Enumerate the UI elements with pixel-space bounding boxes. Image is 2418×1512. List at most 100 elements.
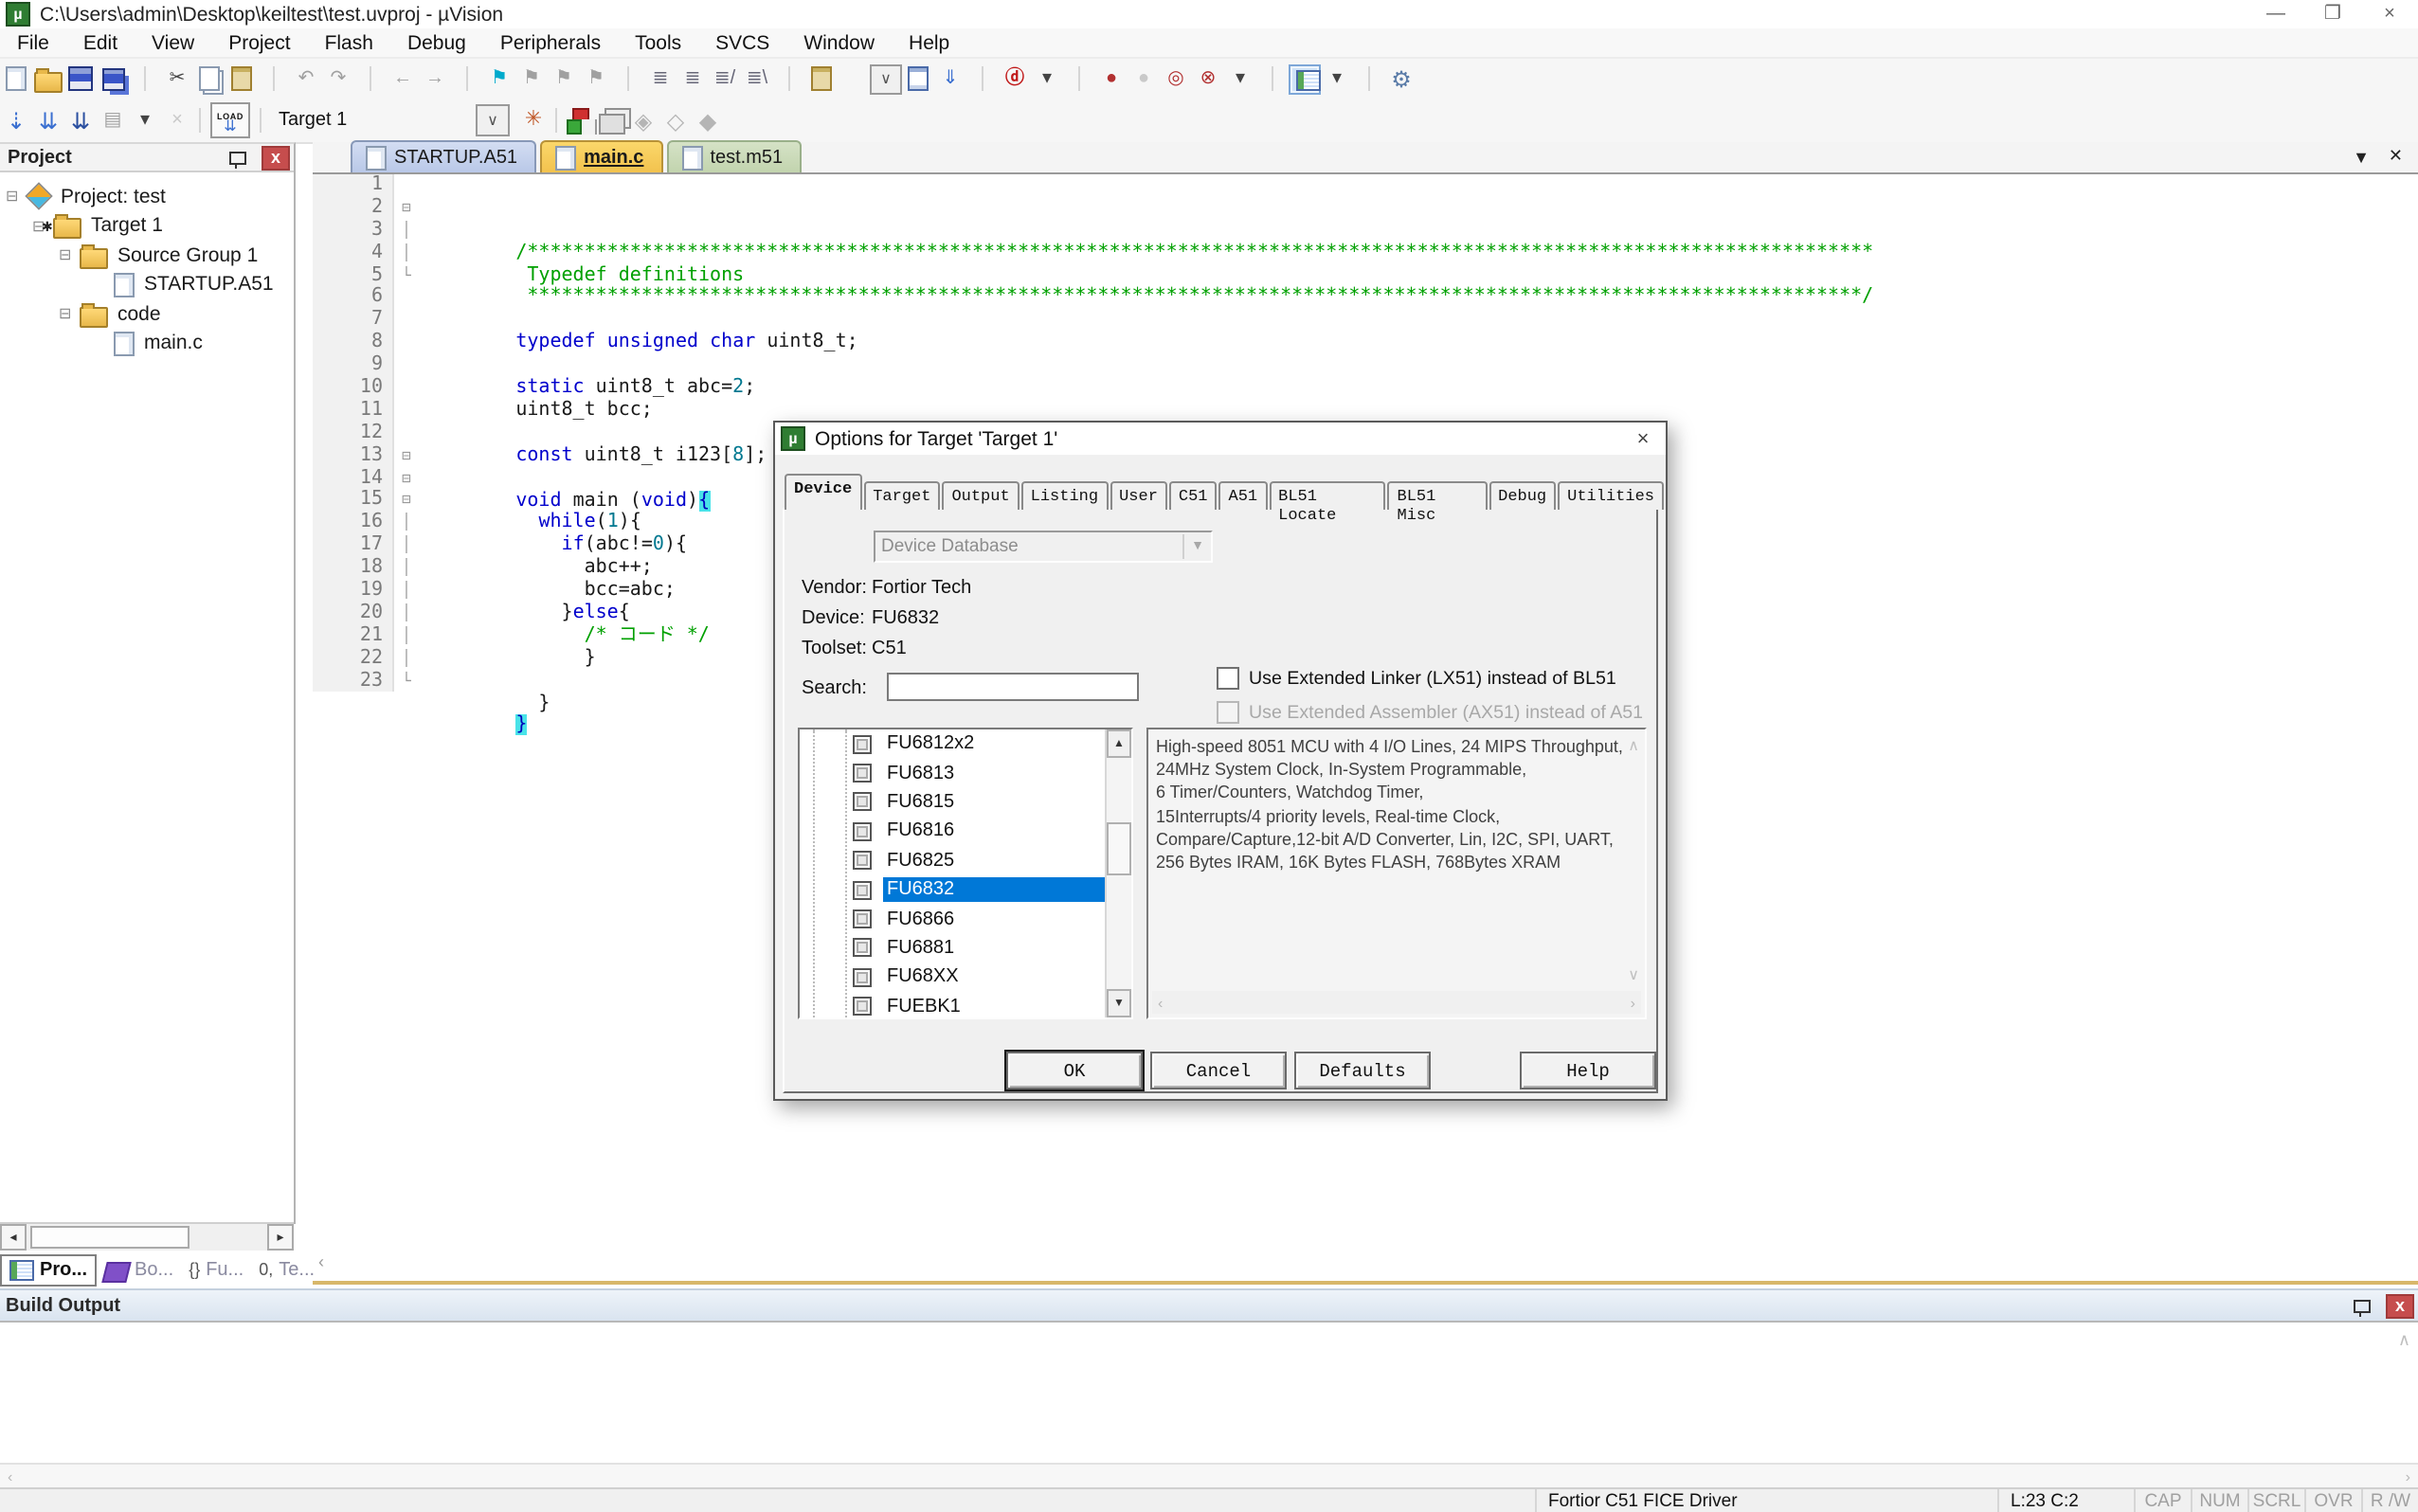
close-tab-icon[interactable]: ✕ (2389, 146, 2403, 167)
description-hscrollbar[interactable]: ‹ › (1152, 991, 1641, 1014)
menu-peripherals[interactable]: Peripherals (483, 31, 618, 54)
menu-file[interactable]: File (0, 31, 66, 54)
clear-bookmarks-icon[interactable]: ⚑ (580, 63, 612, 94)
expander-icon[interactable]: ⊟ (6, 189, 27, 206)
fold-marker[interactable]: │ (394, 625, 419, 648)
panel-tab-templates[interactable]: 0, Te... (251, 1255, 322, 1284)
new-file-icon[interactable] (0, 63, 32, 94)
dialog-tab-bl51-locate[interactable]: BL51 Locate (1269, 481, 1385, 510)
menu-tools[interactable]: Tools (618, 31, 698, 54)
batch-build-icon[interactable]: ▤ (97, 105, 129, 135)
save-all-icon[interactable] (97, 63, 129, 94)
restore-button[interactable]: ❐ (2304, 0, 2361, 28)
tree-item-target-1[interactable]: ⊟ Target 1 (0, 211, 294, 241)
insert-template-icon[interactable] (805, 63, 838, 94)
scroll-left-icon[interactable]: ‹ (1158, 994, 1163, 1011)
tab-main-c[interactable]: main.c (540, 140, 662, 172)
close-panel-icon[interactable]: x (2386, 1294, 2414, 1319)
project-windows-button[interactable] (1289, 63, 1321, 94)
device-row-fu6832[interactable]: FU6832 (800, 875, 1105, 905)
scroll-right-icon[interactable]: › (2406, 1467, 2410, 1485)
device-row-fu6866[interactable]: FU6866 (800, 905, 1105, 934)
panel-tab-project[interactable]: Pro... (0, 1253, 97, 1286)
menu-view[interactable]: View (135, 31, 211, 54)
fold-marker[interactable] (394, 400, 419, 423)
device-row-fu68xx[interactable]: FU68XX (800, 963, 1105, 992)
dialog-tab-output[interactable]: Output (942, 481, 1019, 510)
scroll-up-icon[interactable]: ▲ (1107, 729, 1131, 758)
file-extensions-icon[interactable] (595, 105, 627, 135)
download-icon[interactable]: LOAD ⇊ (210, 102, 250, 138)
close-panel-icon[interactable]: x (262, 145, 290, 170)
search-combo[interactable]: ∨ (870, 63, 902, 94)
device-list[interactable]: FU6812x2 FU6813 FU6815 (798, 728, 1133, 1019)
build-output-body[interactable]: ∧ (0, 1321, 2418, 1465)
fold-marker[interactable]: ⊟ (394, 467, 419, 490)
dialog-tab-device[interactable]: Device (785, 474, 861, 510)
dialog-tab-utilities[interactable]: Utilities (1558, 481, 1664, 510)
target-select[interactable]: Target 1 (267, 106, 476, 135)
tab-list-arrow-icon[interactable]: ▼ (2353, 147, 2370, 166)
tree-item-source-group-1[interactable]: ⊟ Source Group 1 (0, 241, 294, 270)
paste-icon[interactable] (226, 63, 258, 94)
dialog-close-icon[interactable]: × (1620, 427, 1666, 450)
configure-wrench-icon[interactable]: ⚙ (1385, 63, 1417, 94)
menu-flash[interactable]: Flash (308, 31, 390, 54)
scroll-up-icon[interactable]: ∧ (1628, 737, 1639, 754)
fold-marker[interactable]: │ (394, 557, 419, 580)
dropdown-arrow-icon[interactable]: ▾ (1224, 63, 1256, 94)
tab-test-m51[interactable]: test.m51 (666, 140, 802, 172)
d-magnifier-icon[interactable]: ⓓ (999, 63, 1031, 94)
menu-help[interactable]: Help (892, 31, 966, 54)
pin-icon[interactable] (229, 151, 246, 164)
dialog-tab-user[interactable]: User (1110, 481, 1167, 510)
scroll-right-icon[interactable]: › (1631, 994, 1635, 1011)
device-row-fu6815[interactable]: FU6815 (800, 788, 1105, 818)
unindent-icon[interactable]: ≣ (644, 63, 677, 94)
dropdown-arrow-icon[interactable]: ▾ (1031, 63, 1063, 94)
scrollbar-thumb[interactable] (30, 1226, 189, 1249)
tree-item-code[interactable]: ⊟ code (0, 299, 294, 329)
fold-marker[interactable]: ⊟ (394, 197, 419, 220)
scroll-down-icon[interactable]: ▼ (1107, 989, 1131, 1017)
dialog-tab-c51[interactable]: C51 (1169, 481, 1218, 510)
build-icon[interactable]: ⇊ (32, 105, 64, 135)
breakpoint-icon[interactable]: ● (1095, 63, 1128, 94)
help-button[interactable]: Help (1520, 1052, 1656, 1089)
scroll-left-icon[interactable]: ‹ (8, 1467, 12, 1485)
scroll-right-icon[interactable]: ▸ (267, 1224, 294, 1251)
tree-item-startup-a51[interactable]: STARTUP.A51 (0, 270, 294, 299)
manage-components-icon[interactable] (563, 105, 595, 135)
fold-marker[interactable]: │ (394, 580, 419, 603)
fold-marker[interactable]: │ (394, 535, 419, 558)
next-bookmark-icon[interactable]: ⚑ (548, 63, 580, 94)
fold-marker[interactable]: ⊟ (394, 444, 419, 467)
device-row-fu6825[interactable]: FU6825 (800, 846, 1105, 875)
close-button[interactable]: × (2361, 0, 2418, 28)
tree-item-project-test[interactable]: ⊟ Project: test (0, 182, 294, 211)
fold-marker[interactable]: │ (394, 220, 419, 243)
fold-marker[interactable] (394, 310, 419, 333)
fold-marker[interactable] (394, 174, 419, 197)
scroll-up-icon[interactable]: ∧ (2398, 1330, 2410, 1351)
menu-window[interactable]: Window (786, 31, 892, 54)
device-list-scrollbar[interactable]: ▲ ▼ (1105, 729, 1131, 1017)
dialog-tab-listing[interactable]: Listing (1021, 481, 1108, 510)
fold-marker[interactable] (394, 332, 419, 354)
find-in-files-icon[interactable] (902, 63, 934, 94)
device-row-fu6812x2[interactable]: FU6812x2 (800, 729, 1105, 759)
fold-marker[interactable] (394, 287, 419, 310)
fold-marker[interactable] (394, 354, 419, 377)
fold-marker[interactable] (394, 377, 419, 400)
prev-bookmark-icon[interactable]: ⚑ (515, 63, 548, 94)
checkbox-icon[interactable] (1217, 667, 1239, 690)
device-row-fuebk1[interactable]: FUEBK1 (800, 992, 1105, 1021)
rebuild-icon[interactable]: ⇊ (64, 105, 97, 135)
dialog-tab-debug[interactable]: Debug (1489, 481, 1556, 510)
enable-disable-breakpoint-icon[interactable]: ◎ (1160, 63, 1192, 94)
dialog-tab-bl51-misc[interactable]: BL51 Misc (1388, 481, 1488, 510)
disable-breakpoint-icon[interactable]: ● (1128, 63, 1160, 94)
fold-marker[interactable]: │ (394, 647, 419, 670)
project-panel-hscrollbar[interactable]: ◂ ▸ (0, 1222, 294, 1251)
search-input[interactable] (887, 673, 1139, 701)
